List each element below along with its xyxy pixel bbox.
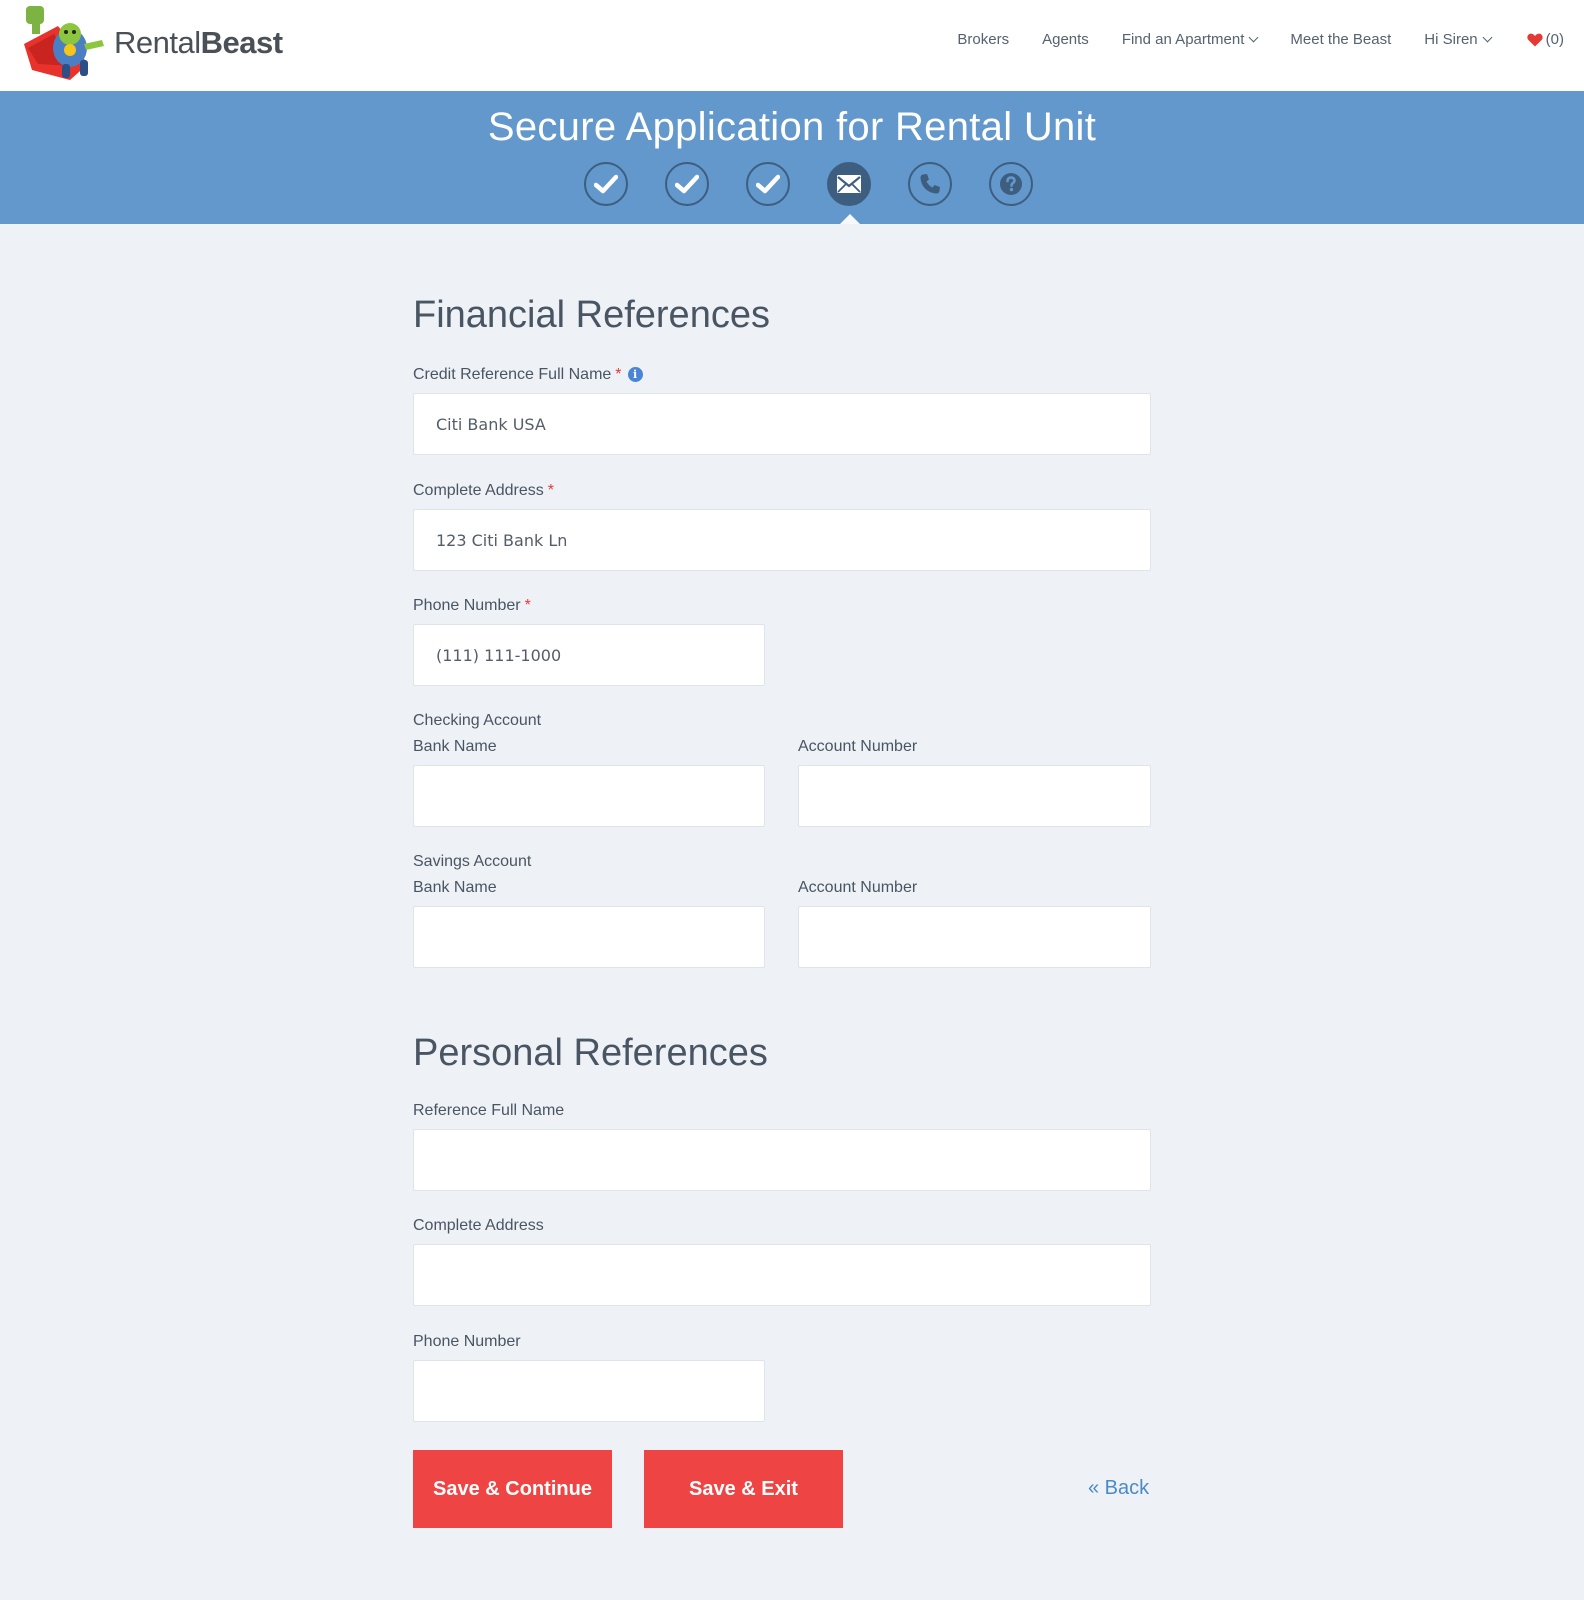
nav-agents-link[interactable]: Agents xyxy=(1042,31,1089,48)
info-icon[interactable]: i xyxy=(627,367,643,382)
checking-account-number-label: Account Number xyxy=(798,738,918,755)
check-icon xyxy=(756,174,780,194)
phone-icon xyxy=(920,174,940,194)
financial-address-value: 123 Citi Bank Ln xyxy=(436,530,568,550)
financial-phone-label: Phone Number * xyxy=(413,597,531,615)
step-3-completed[interactable] xyxy=(746,162,790,206)
savings-bank-name-label: Bank Name xyxy=(413,879,497,896)
checking-bank-name-label: Bank Name xyxy=(413,738,497,755)
save-exit-button[interactable]: Save & Exit xyxy=(644,1450,843,1528)
financial-address-input[interactable]: 123 Citi Bank Ln xyxy=(413,509,1151,571)
financial-references-heading: Financial References xyxy=(413,294,770,336)
required-marker: * xyxy=(547,482,554,499)
financial-address-text: Complete Address xyxy=(413,482,544,499)
user-menu-dropdown[interactable]: Hi Siren xyxy=(1424,31,1493,48)
step-1-completed[interactable] xyxy=(584,162,628,206)
check-icon xyxy=(594,174,618,194)
financial-phone-value: (111) 111-1000 xyxy=(436,645,562,665)
active-step-pointer xyxy=(840,214,860,224)
nav-meet-label: Meet the Beast xyxy=(1290,31,1392,48)
application-banner: Secure Application for Rental Unit xyxy=(0,91,1584,224)
brand-name-light: Rental xyxy=(114,25,201,60)
rental-beast-logo[interactable]: RentalBeast xyxy=(18,4,283,82)
step-5-pending[interactable] xyxy=(908,162,952,206)
savings-account-label: Savings Account xyxy=(413,853,532,870)
financial-phone-input[interactable]: (111) 111-1000 xyxy=(413,624,765,686)
question-icon xyxy=(1000,173,1022,195)
top-navbar: RentalBeast Brokers Agents Find an Apart… xyxy=(0,0,1584,91)
credit-reference-name-value: Citi Bank USA xyxy=(436,414,546,434)
reference-full-name-input[interactable] xyxy=(413,1129,1151,1191)
heart-icon xyxy=(1527,33,1543,46)
personal-address-input[interactable] xyxy=(413,1244,1151,1306)
savings-account-number-input[interactable] xyxy=(798,906,1151,968)
step-4-active[interactable] xyxy=(827,162,871,206)
page-title: Secure Application for Rental Unit xyxy=(487,105,1097,149)
favorites-count: (0) xyxy=(1545,31,1564,48)
step-2-completed[interactable] xyxy=(665,162,709,206)
checking-account-label: Checking Account xyxy=(413,712,542,729)
main-nav: Brokers Agents Find an Apartment Meet th… xyxy=(924,31,1564,48)
step-6-pending[interactable] xyxy=(989,162,1033,206)
nav-brokers-label: Brokers xyxy=(957,31,1010,48)
nav-brokers-link[interactable]: Brokers xyxy=(957,31,1009,48)
checking-account-number-input[interactable] xyxy=(798,765,1151,827)
beast-mascot-icon xyxy=(24,6,104,80)
reference-full-name-label: Reference Full Name xyxy=(413,1102,565,1119)
back-link[interactable]: « Back xyxy=(1088,1477,1149,1500)
personal-phone-input[interactable] xyxy=(413,1360,765,1422)
personal-phone-label: Phone Number xyxy=(413,1333,521,1350)
checking-bank-name-input[interactable] xyxy=(413,765,765,827)
credit-reference-name-input[interactable]: Citi Bank USA xyxy=(413,393,1151,455)
nav-agents-label: Agents xyxy=(1042,31,1089,48)
chevron-down-icon xyxy=(1248,32,1259,43)
brand-wordmark: RentalBeast xyxy=(114,25,283,61)
check-icon xyxy=(675,174,699,194)
financial-address-label: Complete Address * xyxy=(413,482,554,500)
savings-bank-name-input[interactable] xyxy=(413,906,765,968)
save-continue-button[interactable]: Save & Continue xyxy=(413,1450,612,1528)
financial-phone-text: Phone Number xyxy=(413,597,521,614)
required-marker: * xyxy=(524,597,531,614)
credit-reference-name-label: Credit Reference Full Name * i xyxy=(413,366,643,384)
required-marker: * xyxy=(615,366,622,383)
brand-name-bold: Beast xyxy=(200,25,283,60)
savings-account-number-label: Account Number xyxy=(798,879,918,896)
personal-references-heading: Personal References xyxy=(413,1032,768,1074)
credit-reference-name-text: Credit Reference Full Name xyxy=(413,366,612,383)
chevron-down-icon xyxy=(1482,32,1493,43)
favorites-link[interactable]: (0) xyxy=(1527,31,1564,48)
nav-find-apartment-label: Find an Apartment xyxy=(1121,31,1245,48)
nav-meet-the-beast-link[interactable]: Meet the Beast xyxy=(1290,31,1391,48)
envelope-icon xyxy=(837,175,861,193)
user-greeting: Hi Siren xyxy=(1424,31,1478,48)
nav-find-apartment-dropdown[interactable]: Find an Apartment xyxy=(1121,31,1259,48)
personal-address-label: Complete Address xyxy=(413,1217,544,1234)
